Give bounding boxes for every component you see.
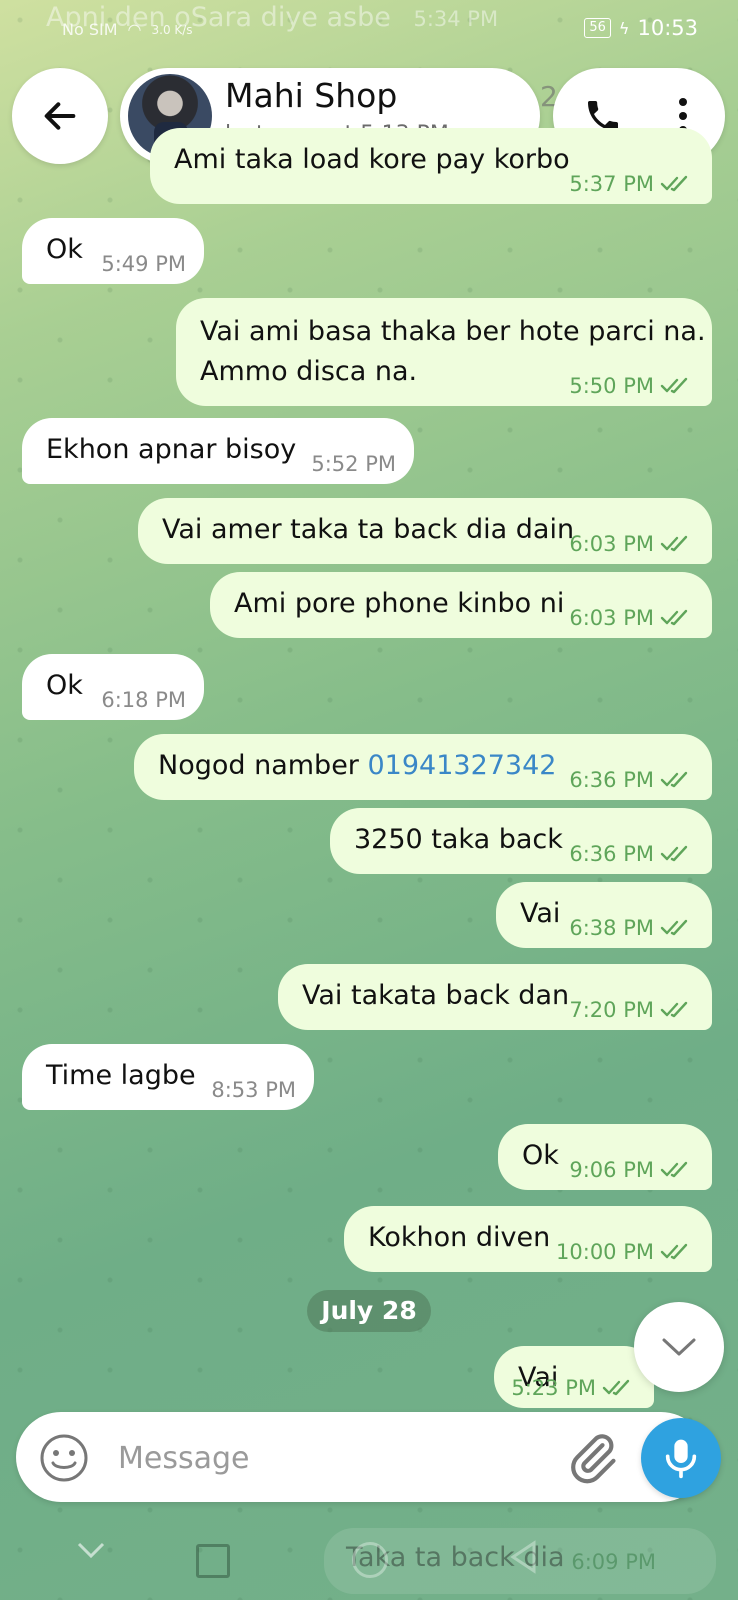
message-text: Ekhon apnar bisoy	[46, 434, 297, 465]
back-button[interactable]	[12, 68, 108, 164]
outgoing-message[interactable]: 3250 taka back 6:36 PM	[330, 808, 712, 874]
attach-icon	[571, 1434, 616, 1484]
message-text: Ami taka load kore pay korbo	[174, 144, 570, 175]
message-time: 6:36 PM	[569, 768, 694, 792]
message-time: 6:18 PM	[101, 688, 186, 712]
back-arrow-icon	[44, 102, 76, 130]
double-check-icon	[660, 377, 688, 394]
message-composer	[16, 1412, 706, 1502]
wifi-icon: ◠	[127, 20, 142, 39]
status-right: 56 ϟ 10:53	[584, 16, 698, 40]
charging-icon: ϟ	[618, 18, 630, 38]
double-check-icon	[660, 919, 688, 936]
outgoing-message[interactable]: Nogod namber 01941327342 6:36 PM	[134, 734, 712, 800]
attach-button[interactable]	[564, 1430, 620, 1486]
incoming-message[interactable]: Time lagbe 8:53 PM	[22, 1044, 314, 1110]
message-time: 6:03 PM	[569, 606, 694, 630]
message-text: Nogod namber 01941327342	[158, 750, 557, 781]
outgoing-message[interactable]: Vai amer taka ta back dia dain 6:03 PM	[138, 498, 712, 564]
message-text: Time lagbe	[46, 1060, 196, 1091]
double-check-icon	[660, 845, 688, 862]
sim-status: No SIM	[62, 20, 118, 39]
message-time: 5:49 PM	[101, 252, 186, 276]
incoming-message[interactable]: Ekhon apnar bisoy 5:52 PM	[22, 418, 414, 484]
message-text: Vai takata back dan	[302, 980, 570, 1011]
message-time: 5:50 PM	[569, 374, 694, 398]
chat-title: Mahi Shop	[225, 76, 398, 115]
outgoing-message[interactable]: Kokhon diven 10:00 PM	[344, 1206, 712, 1272]
message-time: 7:20 PM	[569, 998, 694, 1022]
system-nav-bar	[0, 1520, 738, 1600]
scroll-down-button[interactable]	[634, 1302, 724, 1392]
message-time: 5:37 PM	[569, 172, 694, 196]
clock: 10:53	[637, 16, 698, 40]
message-time: 6:38 PM	[569, 916, 694, 940]
double-check-icon	[602, 1379, 630, 1396]
message-text: Ok	[46, 234, 83, 265]
battery-level: 56	[584, 18, 611, 38]
emoji-icon	[40, 1434, 88, 1482]
double-check-icon	[660, 609, 688, 626]
voice-record-button[interactable]	[641, 1418, 721, 1498]
double-check-icon	[660, 175, 688, 192]
outgoing-message[interactable]: Vai 6:38 PM	[496, 882, 712, 948]
outgoing-message[interactable]: Vai 5:23 PM	[494, 1346, 654, 1408]
double-check-icon	[660, 1001, 688, 1018]
incoming-message[interactable]: Ok 6:18 PM	[22, 654, 204, 720]
outgoing-message[interactable]: Vai takata back dan 7:20 PM	[278, 964, 712, 1030]
nav-hide-icon[interactable]	[76, 1540, 106, 1560]
status-left: No SIM ◠ 3.0 K/s	[62, 20, 193, 39]
message-time: 6:36 PM	[569, 842, 694, 866]
message-text: 3250 taka back	[354, 824, 563, 855]
chevron-down-icon	[662, 1338, 696, 1356]
outgoing-message[interactable]: Ok 9:06 PM	[498, 1124, 712, 1190]
outgoing-message[interactable]: Vai ami basa thaka ber hote parci na. Am…	[176, 298, 712, 406]
message-text: Ami pore phone kinbo ni	[234, 588, 565, 619]
message-time: 5:52 PM	[311, 452, 396, 476]
net-speed: 3.0 K/s	[151, 22, 193, 37]
phone-number-link[interactable]: 01941327342	[368, 750, 557, 781]
message-time: 10:00 PM	[556, 1240, 694, 1264]
message-input[interactable]	[116, 1432, 560, 1484]
double-check-icon	[660, 1161, 688, 1178]
message-text: Kokhon diven	[368, 1222, 551, 1253]
message-time: 9:06 PM	[569, 1158, 694, 1182]
message-text: Ok	[46, 670, 83, 701]
message-text: Ok	[522, 1140, 559, 1171]
date-divider: July 28	[307, 1290, 431, 1332]
message-text: Vai	[520, 898, 561, 929]
outgoing-message[interactable]: Ami pore phone kinbo ni 6:03 PM	[210, 572, 712, 638]
double-check-icon	[660, 535, 688, 552]
message-time: 8:53 PM	[211, 1078, 296, 1102]
message-time: 5:23 PM	[511, 1376, 636, 1400]
mic-icon	[665, 1439, 697, 1479]
double-check-icon	[660, 771, 688, 788]
incoming-message[interactable]: Ok 5:49 PM	[22, 218, 204, 284]
nav-home-icon[interactable]	[352, 1542, 388, 1578]
message-text: Vai amer taka ta back dia dain	[162, 514, 575, 545]
outgoing-message[interactable]: Ami taka load kore pay korbo 5:37 PM	[150, 128, 712, 204]
emoji-button[interactable]	[38, 1432, 90, 1484]
status-bar: No SIM ◠ 3.0 K/s 56 ϟ 10:53	[0, 0, 738, 60]
nav-back-icon[interactable]	[508, 1540, 538, 1574]
double-check-icon	[660, 1243, 688, 1260]
nav-recents-icon[interactable]	[196, 1544, 230, 1578]
message-time: 6:03 PM	[569, 532, 694, 556]
